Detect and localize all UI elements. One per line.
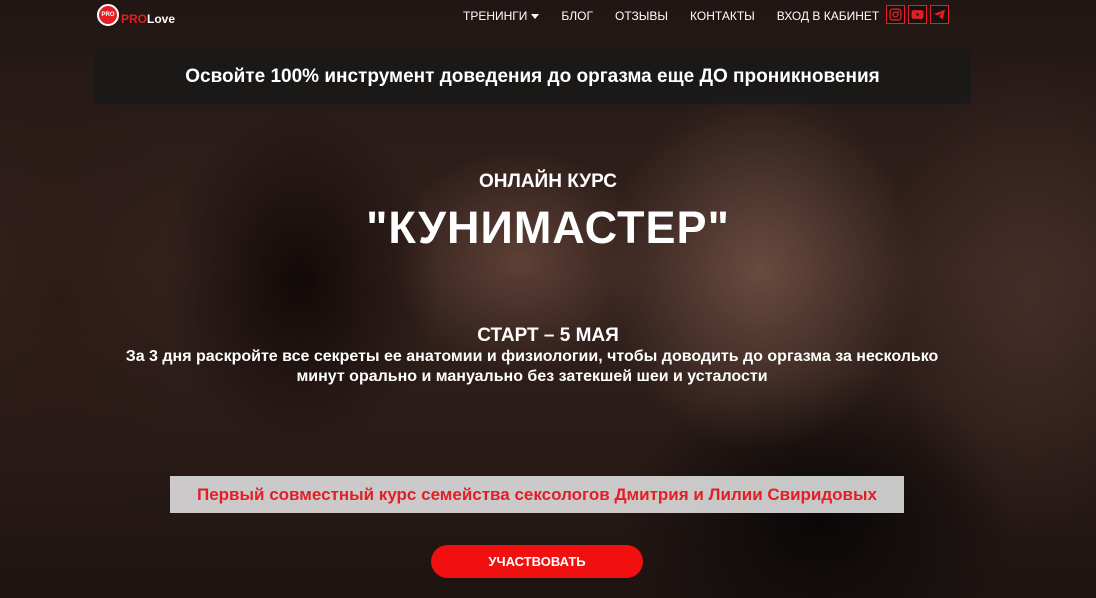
nav-item-trainings[interactable]: ТРЕНИНГИ bbox=[463, 9, 540, 23]
start-date: СТАРТ – 5 МАЯ bbox=[477, 325, 619, 346]
highlight-text: Первый совместный курс семейства сексоло… bbox=[197, 484, 877, 504]
instagram-link[interactable] bbox=[886, 5, 905, 24]
youtube-link[interactable] bbox=[908, 5, 927, 24]
hero-section: PRO PROLove ТРЕНИНГИ БЛОГ ОТЗЫВЫ КОНТАКТ… bbox=[0, 0, 1096, 598]
telegram-link[interactable] bbox=[930, 5, 949, 24]
instagram-icon bbox=[889, 8, 902, 21]
description-line-2: минут орально и мануально без затекшей ш… bbox=[296, 368, 768, 385]
course-title: "КУНИМАСТЕР" bbox=[366, 202, 730, 253]
site-logo[interactable]: PRO PROLove bbox=[97, 4, 175, 26]
top-banner: Освойте 100% инструмент доведения до орг… bbox=[94, 50, 971, 104]
participate-button-label: УЧАСТВОВАТЬ bbox=[488, 554, 586, 569]
nav-item-blog[interactable]: БЛОГ bbox=[561, 9, 593, 23]
highlight-banner: Первый совместный курс семейства сексоло… bbox=[170, 476, 904, 513]
social-links bbox=[886, 5, 949, 24]
nav-item-login[interactable]: ВХОД В КАБИНЕТ bbox=[777, 9, 879, 23]
logo-text: PROLove bbox=[121, 12, 175, 26]
logo-text-love: Love bbox=[147, 12, 176, 26]
nav-item-label: ТРЕНИНГИ bbox=[463, 9, 528, 23]
nav-item-reviews[interactable]: ОТЗЫВЫ bbox=[615, 9, 668, 23]
course-description: За 3 дня раскройте все секреты ее анатом… bbox=[90, 347, 974, 387]
course-subtitle: ОНЛАЙН КУРС bbox=[478, 171, 618, 192]
telegram-icon bbox=[934, 9, 945, 20]
main-navigation: ТРЕНИНГИ БЛОГ ОТЗЫВЫ КОНТАКТЫ ВХОД В КАБ… bbox=[463, 9, 879, 23]
nav-item-label: ВХОД В КАБИНЕТ bbox=[776, 9, 880, 23]
youtube-icon bbox=[911, 10, 924, 19]
chevron-down-icon bbox=[531, 14, 540, 19]
nav-item-label: БЛОГ bbox=[561, 9, 594, 23]
nav-item-label: КОНТАКТЫ bbox=[690, 9, 755, 23]
participate-button[interactable]: УЧАСТВОВАТЬ bbox=[431, 545, 643, 578]
top-banner-text: Освойте 100% инструмент доведения до орг… bbox=[185, 66, 880, 87]
logo-text-pro: PRO bbox=[121, 12, 148, 26]
logo-mark-text: PRO bbox=[101, 12, 115, 18]
nav-item-contacts[interactable]: КОНТАКТЫ bbox=[690, 9, 755, 23]
logo-icon: PRO bbox=[97, 4, 119, 26]
description-line-1: За 3 дня раскройте все секреты ее анатом… bbox=[125, 348, 939, 365]
nav-item-label: ОТЗЫВЫ bbox=[615, 9, 669, 23]
